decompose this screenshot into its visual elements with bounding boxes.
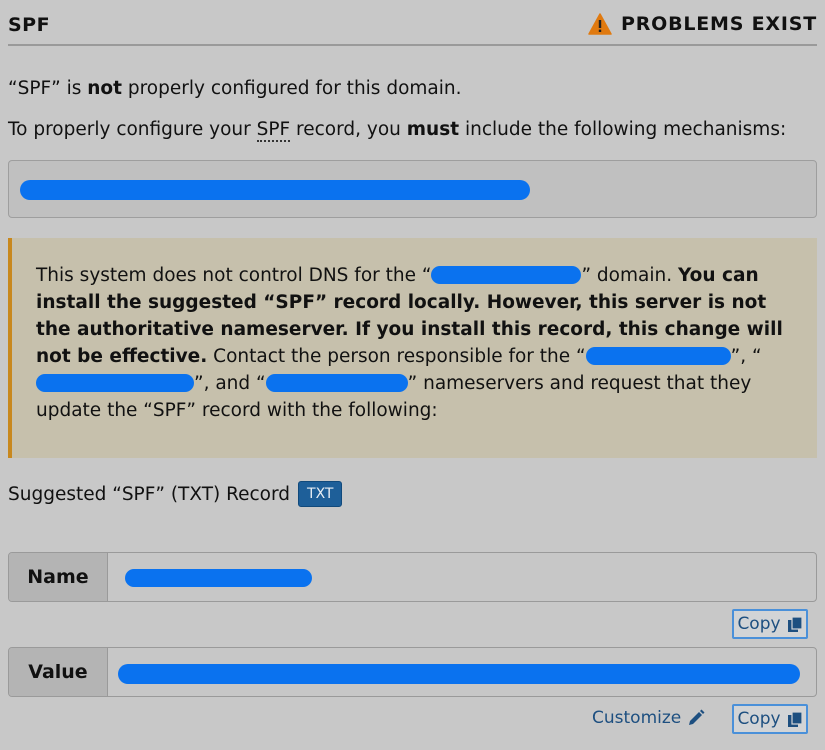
customize-link[interactable]: Customize [592, 708, 705, 728]
section-title: SPF [8, 14, 51, 36]
redacted-nameserver [36, 374, 194, 392]
pencil-icon [689, 709, 705, 725]
name-label: Name [9, 553, 108, 601]
copy-icon [787, 615, 803, 632]
text-fragment: Contact the person responsible for the “ [207, 346, 586, 367]
record-type-badge: TXT [298, 481, 343, 507]
record-name-field: Name [8, 552, 817, 602]
spf-abbreviation[interactable]: SPF [256, 119, 291, 142]
suggested-record-label: Suggested “SPF” (TXT) Record [8, 483, 291, 505]
emphasis-text: must [406, 119, 460, 140]
record-value-field: Value [8, 647, 817, 697]
copy-name-button[interactable]: Copy [732, 609, 808, 639]
copy-icon [787, 710, 803, 727]
copy-label: Copy [737, 709, 781, 729]
text-fragment: To properly configure your [8, 119, 257, 140]
text-fragment: include the following mechanisms: [459, 119, 787, 140]
text-fragment: properly configured for this domain. [121, 78, 462, 99]
status-indicator: PROBLEMS EXIST [588, 13, 817, 35]
redacted-domain [431, 266, 582, 284]
redacted-record-name[interactable] [125, 569, 312, 587]
redacted-mechanism [20, 180, 530, 200]
copy-label: Copy [737, 614, 781, 634]
text-fragment: ”, “ [730, 346, 762, 367]
notice-text: This system does not control DNS for the… [36, 262, 796, 424]
text-fragment: “SPF” is [8, 78, 88, 99]
customize-label: Customize [592, 708, 682, 728]
emphasis-text: not [87, 78, 122, 99]
suggested-record-heading: Suggested “SPF” (TXT) Record TXT [8, 481, 343, 507]
redacted-record-value[interactable] [118, 664, 800, 684]
value-label: Value [9, 648, 108, 696]
status-text: PROBLEMS EXIST [620, 13, 817, 35]
text-fragment: ”, and “ [194, 373, 266, 394]
text-fragment: record, you [290, 119, 407, 140]
dns-warning-notice: This system does not control DNS for the… [8, 238, 817, 458]
text-fragment: ” domain. [581, 265, 678, 286]
redacted-nameserver [585, 347, 731, 365]
section-header: SPF PROBLEMS EXIST [8, 0, 817, 46]
text-fragment: This system does not control DNS for the… [36, 265, 432, 286]
config-status-text: “SPF” is not properly configured for thi… [8, 78, 462, 99]
redacted-nameserver [265, 374, 408, 392]
warning-triangle-icon [588, 13, 612, 35]
mechanisms-box [8, 160, 817, 218]
config-instruction-text: To properly configure your SPF record, y… [8, 119, 787, 142]
copy-value-button[interactable]: Copy [732, 704, 808, 734]
